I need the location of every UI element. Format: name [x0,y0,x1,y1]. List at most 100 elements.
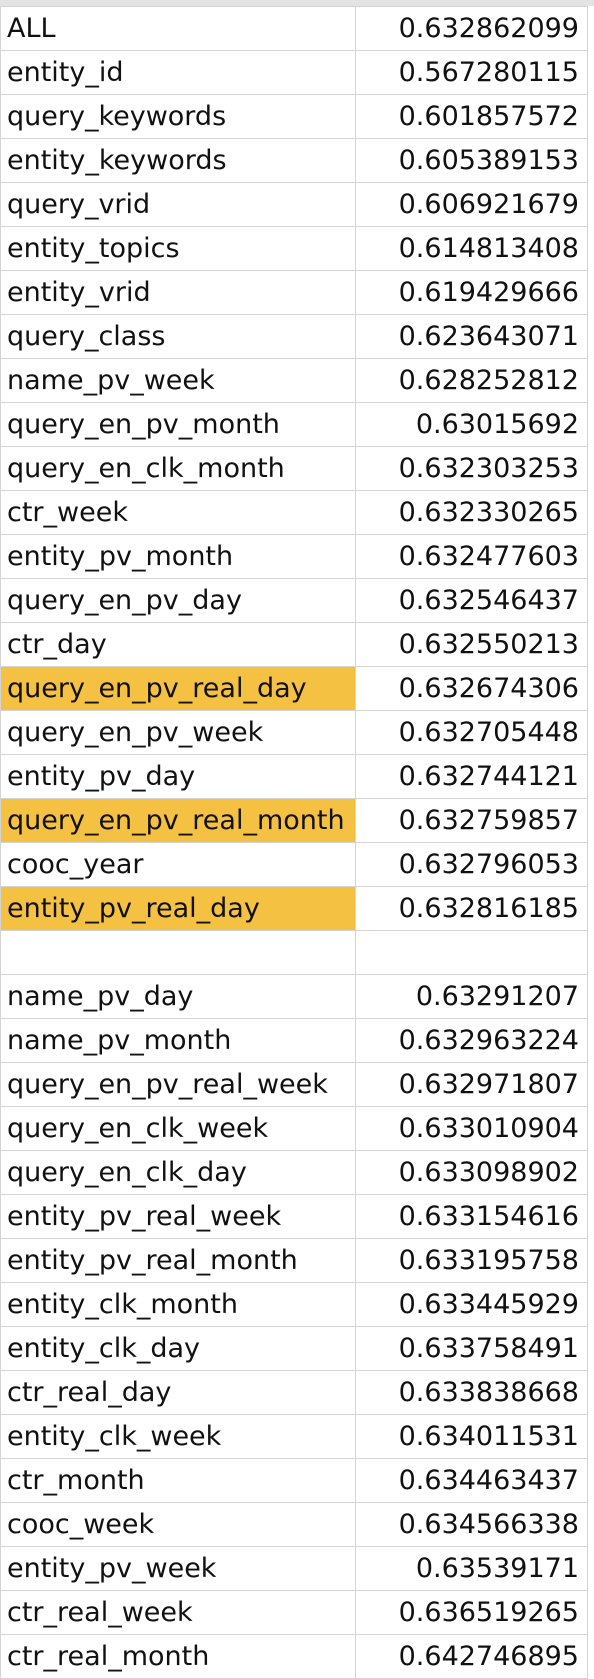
table-row: ctr_real_week 0.636519265 [0,1590,588,1635]
table-row: query_keywords 0.601857572 [0,94,588,139]
feature-name-cell[interactable]: entity_pv_week [0,1546,356,1591]
score-value-cell[interactable]: 0.633010904 [355,1106,588,1151]
feature-name-cell[interactable]: ctr_week [0,490,356,535]
table-row: entity_pv_month 0.632477603 [0,534,588,579]
feature-name-cell[interactable]: query_vrid [0,182,356,227]
score-value-cell[interactable]: 0.632744121 [355,754,588,799]
feature-name-cell[interactable]: ctr_real_day [0,1370,356,1415]
score-value-cell[interactable]: 0.634011531 [355,1414,588,1459]
score-value-cell[interactable]: 0.642746895 [355,1634,588,1679]
score-value-cell[interactable]: 0.632330265 [355,490,588,535]
score-value-cell[interactable]: 0.619429666 [355,270,588,315]
table-row: entity_keywords 0.605389153 [0,138,588,183]
table-row: query_en_pv_real_week 0.632971807 [0,1062,588,1107]
table-row: query_en_clk_day 0.633098902 [0,1150,588,1195]
feature-name-cell[interactable]: query_en_pv_real_week [0,1062,356,1107]
table-row: entity_clk_day 0.633758491 [0,1326,588,1371]
table-row: query_en_pv_week 0.632705448 [0,710,588,755]
score-value-cell[interactable]: 0.567280115 [355,50,588,95]
table-row: cooc_year 0.632796053 [0,842,588,887]
score-value-cell[interactable]: 0.63015692 [355,402,588,447]
feature-name-cell[interactable]: query_en_clk_week [0,1106,356,1151]
score-value-cell[interactable]: 0.636519265 [355,1590,588,1635]
table-row: entity_vrid 0.619429666 [0,270,588,315]
score-value-cell[interactable]: 0.605389153 [355,138,588,183]
feature-name-cell[interactable]: name_pv_month [0,1018,356,1063]
score-value-cell[interactable]: 0.633098902 [355,1150,588,1195]
feature-name-cell[interactable]: ctr_real_week [0,1590,356,1635]
feature-name-cell[interactable]: entity_pv_real_day [0,886,356,931]
score-value-cell[interactable]: 0.633445929 [355,1282,588,1327]
score-value-cell[interactable]: 0.632546437 [355,578,588,623]
feature-name-cell[interactable]: query_keywords [0,94,356,139]
table-row: entity_pv_real_day 0.632816185 [0,886,588,931]
feature-name-cell[interactable]: query_en_clk_day [0,1150,356,1195]
score-value-cell[interactable]: 0.614813408 [355,226,588,271]
feature-name-cell[interactable]: entity_topics [0,226,356,271]
feature-name-cell[interactable]: cooc_week [0,1502,356,1547]
table-row: query_en_pv_month 0.63015692 [0,402,588,447]
score-value-cell[interactable]: 0.632963224 [355,1018,588,1063]
feature-name-cell[interactable]: entity_clk_day [0,1326,356,1371]
feature-name-cell[interactable]: entity_pv_day [0,754,356,799]
feature-name-cell[interactable]: entity_pv_month [0,534,356,579]
feature-name-cell[interactable]: entity_pv_real_month [0,1238,356,1283]
score-value-cell[interactable]: 0.632705448 [355,710,588,755]
table-row: entity_pv_week 0.63539171 [0,1546,588,1591]
feature-name-cell[interactable]: entity_id [0,50,356,95]
score-value-cell[interactable]: 0.601857572 [355,94,588,139]
feature-score-table: ALL 0.632862099 entity_id 0.567280115 query_… [0,6,588,1679]
score-value-cell[interactable]: 0.633195758 [355,1238,588,1283]
score-value-cell[interactable]: 0.634463437 [355,1458,588,1503]
table-row: cooc_week 0.634566338 [0,1502,588,1547]
score-value-cell[interactable]: 0.632550213 [355,622,588,667]
feature-name-cell[interactable]: name_pv_week [0,358,356,403]
feature-name-cell[interactable]: query_class [0,314,356,359]
feature-name-cell[interactable]: query_en_pv_real_day [0,666,356,711]
feature-name-cell[interactable]: entity_pv_real_week [0,1194,356,1239]
table-row: ctr_real_day 0.633838668 [0,1370,588,1415]
score-value-cell[interactable]: 0.63291207 [355,974,588,1019]
feature-name-cell[interactable]: ctr_day [0,622,356,667]
score-value-cell[interactable]: 0.633154616 [355,1194,588,1239]
score-value-cell[interactable]: 0.632816185 [355,886,588,931]
feature-name-cell[interactable]: query_en_pv_day [0,578,356,623]
table-row: ctr_week 0.632330265 [0,490,588,535]
score-value-cell[interactable]: 0.632303253 [355,446,588,491]
feature-name-cell[interactable]: query_en_clk_month [0,446,356,491]
score-value-cell[interactable] [355,930,588,975]
feature-name-cell[interactable]: cooc_year [0,842,356,887]
score-value-cell[interactable]: 0.623643071 [355,314,588,359]
table-row: entity_topics 0.614813408 [0,226,588,271]
feature-name-cell[interactable]: entity_clk_week [0,1414,356,1459]
score-value-cell[interactable]: 0.633838668 [355,1370,588,1415]
score-value-cell[interactable]: 0.632759857 [355,798,588,843]
score-value-cell[interactable]: 0.634566338 [355,1502,588,1547]
table-row: query_vrid 0.606921679 [0,182,588,227]
table-row: ALL 0.632862099 [0,6,588,51]
table-row: name_pv_month 0.632963224 [0,1018,588,1063]
feature-name-cell[interactable]: ctr_month [0,1458,356,1503]
score-value-cell[interactable]: 0.632674306 [355,666,588,711]
feature-name-cell[interactable]: query_en_pv_month [0,402,356,447]
feature-name-cell[interactable]: entity_keywords [0,138,356,183]
feature-name-cell[interactable]: ctr_real_month [0,1634,356,1679]
score-value-cell[interactable]: 0.606921679 [355,182,588,227]
score-value-cell[interactable]: 0.632477603 [355,534,588,579]
feature-name-cell[interactable]: query_en_pv_week [0,710,356,755]
feature-name-cell[interactable]: ALL [0,6,356,51]
score-value-cell[interactable]: 0.632796053 [355,842,588,887]
score-value-cell[interactable]: 0.628252812 [355,358,588,403]
score-value-cell[interactable]: 0.632862099 [355,6,588,51]
feature-name-cell[interactable]: name_pv_day [0,974,356,1019]
feature-name-cell[interactable]: query_en_pv_real_month [0,798,356,843]
score-value-cell[interactable]: 0.63539171 [355,1546,588,1591]
table-row: name_pv_week 0.628252812 [0,358,588,403]
score-value-cell[interactable]: 0.632971807 [355,1062,588,1107]
feature-name-cell[interactable]: entity_vrid [0,270,356,315]
feature-name-cell[interactable]: entity_clk_month [0,1282,356,1327]
feature-name-cell[interactable] [0,930,356,975]
table-row: entity_pv_real_week 0.633154616 [0,1194,588,1239]
spreadsheet-view: ALL 0.632862099 entity_id 0.567280115 query_… [0,0,594,1679]
score-value-cell[interactable]: 0.633758491 [355,1326,588,1371]
